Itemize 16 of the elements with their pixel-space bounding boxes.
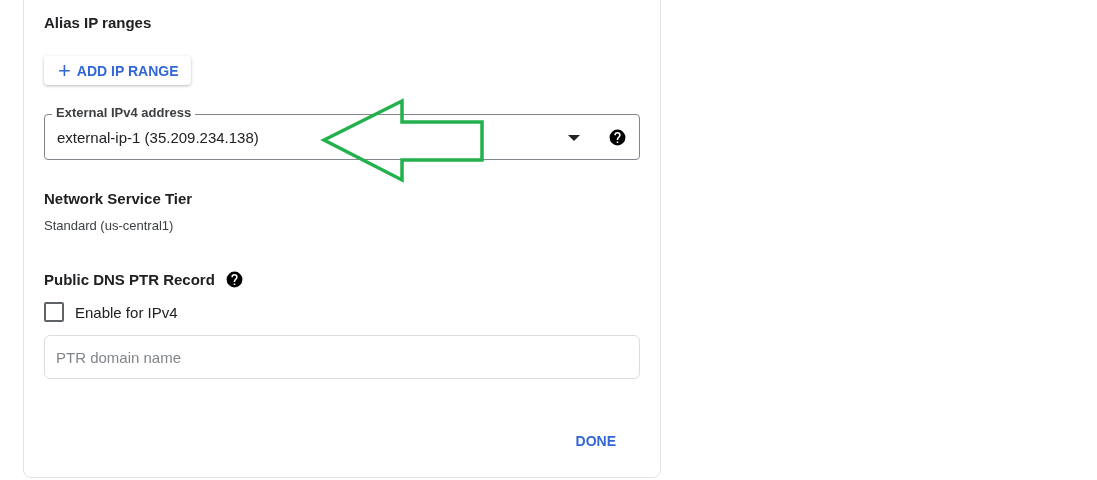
- plus-icon: +: [58, 59, 71, 82]
- ptr-domain-field[interactable]: PTR domain name: [44, 335, 640, 379]
- checkbox-label: Enable for IPv4: [75, 303, 178, 321]
- done-button[interactable]: DONE: [575, 429, 616, 453]
- field-label: External IPv4 address: [52, 105, 196, 120]
- add-ip-range-button[interactable]: + ADD IP RANGE: [44, 56, 191, 85]
- section-title: Public DNS PTR Record: [44, 271, 215, 288]
- checkbox[interactable]: [44, 302, 64, 322]
- help-icon[interactable]: [224, 270, 244, 289]
- help-icon[interactable]: [608, 128, 627, 147]
- dropdown-value: external-ip-1 (35.209.234.138): [57, 129, 260, 146]
- tier-value: Standard (us-central1): [44, 218, 174, 233]
- section-title: Alias IP ranges: [44, 14, 152, 31]
- caret-icon: [568, 134, 580, 141]
- section-title: Network Service Tier: [44, 190, 193, 207]
- external-ip-dropdown[interactable]: External IPv4 address external-ip-1 (35.209.234.138): [44, 105, 640, 160]
